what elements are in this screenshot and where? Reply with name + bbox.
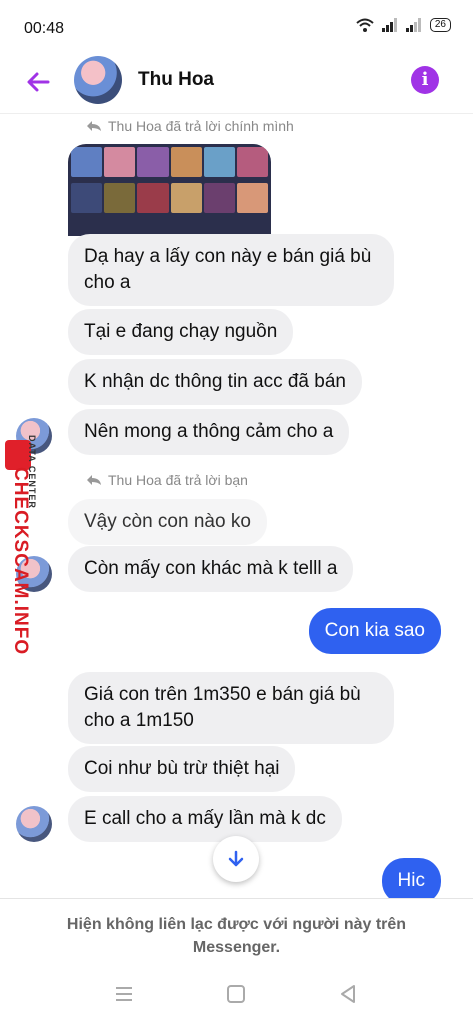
status-icons: 26 (356, 18, 451, 32)
signal-icon (381, 18, 397, 32)
reply-note: Thu Hoa đã trả lời chính mình (86, 118, 294, 134)
received-message[interactable]: Nên mong a thông cảm cho a (68, 409, 350, 455)
received-message[interactable]: Tại e đang chạy nguồn (68, 309, 294, 355)
back-nav-icon[interactable] (336, 982, 360, 1006)
sent-message[interactable]: Hic (381, 858, 441, 898)
contact-name[interactable]: Thu Hoa (138, 69, 214, 91)
home-nav-icon[interactable] (224, 982, 248, 1006)
scroll-down-icon (228, 850, 244, 867)
info-icon[interactable]: i (411, 66, 439, 94)
contact-avatar[interactable] (74, 56, 122, 104)
watermark: DATA CENTER CHECKSCAM.INFO (2, 435, 42, 670)
quoted-message[interactable]: Vậy còn con nào ko (68, 499, 267, 545)
status-time: 00:48 (24, 20, 65, 37)
received-message[interactable]: Còn mấy con khác mà k telll a (68, 546, 354, 592)
contact-avatar-small[interactable] (16, 806, 52, 842)
shared-image-message[interactable] (68, 144, 271, 236)
received-message[interactable]: E call cho a mấy lần mà k dc (68, 796, 342, 842)
conversation-header: Thu Hoa i (0, 56, 473, 114)
received-message[interactable]: K nhận dc thông tin acc đã bán (68, 359, 362, 405)
back-arrow-icon[interactable] (22, 66, 54, 98)
received-message[interactable]: Giá con trên 1m350 e bán giá bù cho a 1m… (68, 672, 394, 744)
reply-icon (87, 121, 101, 131)
system-nav-bar (0, 974, 473, 1014)
received-message[interactable]: Coi như bù trừ thiệt hại (68, 746, 296, 792)
signal-icon-2 (405, 18, 421, 32)
watermark-brand: CHECKSCAM.INFO (10, 467, 31, 656)
received-message[interactable]: Dạ hay a lấy con này e bán giá bù cho a (68, 234, 394, 306)
message-list[interactable]: Thu Hoa đã trả lời chính mình Dạ hay a l… (0, 114, 473, 898)
unavailable-notice: Hiện không liên lạc được với người này t… (66, 916, 407, 956)
menu-nav-icon[interactable] (112, 982, 136, 1006)
battery-indicator: 26 (429, 18, 451, 32)
scroll-down-button[interactable] (213, 836, 259, 882)
composer-disabled-footer: Hiện không liên lạc được với người này t… (0, 898, 473, 1024)
reply-icon (87, 475, 101, 485)
sent-message[interactable]: Con kia sao (308, 608, 441, 654)
reply-note: Thu Hoa đã trả lời bạn (86, 472, 248, 488)
status-bar: 00:48 26 (0, 0, 473, 56)
wifi-icon (356, 18, 374, 32)
